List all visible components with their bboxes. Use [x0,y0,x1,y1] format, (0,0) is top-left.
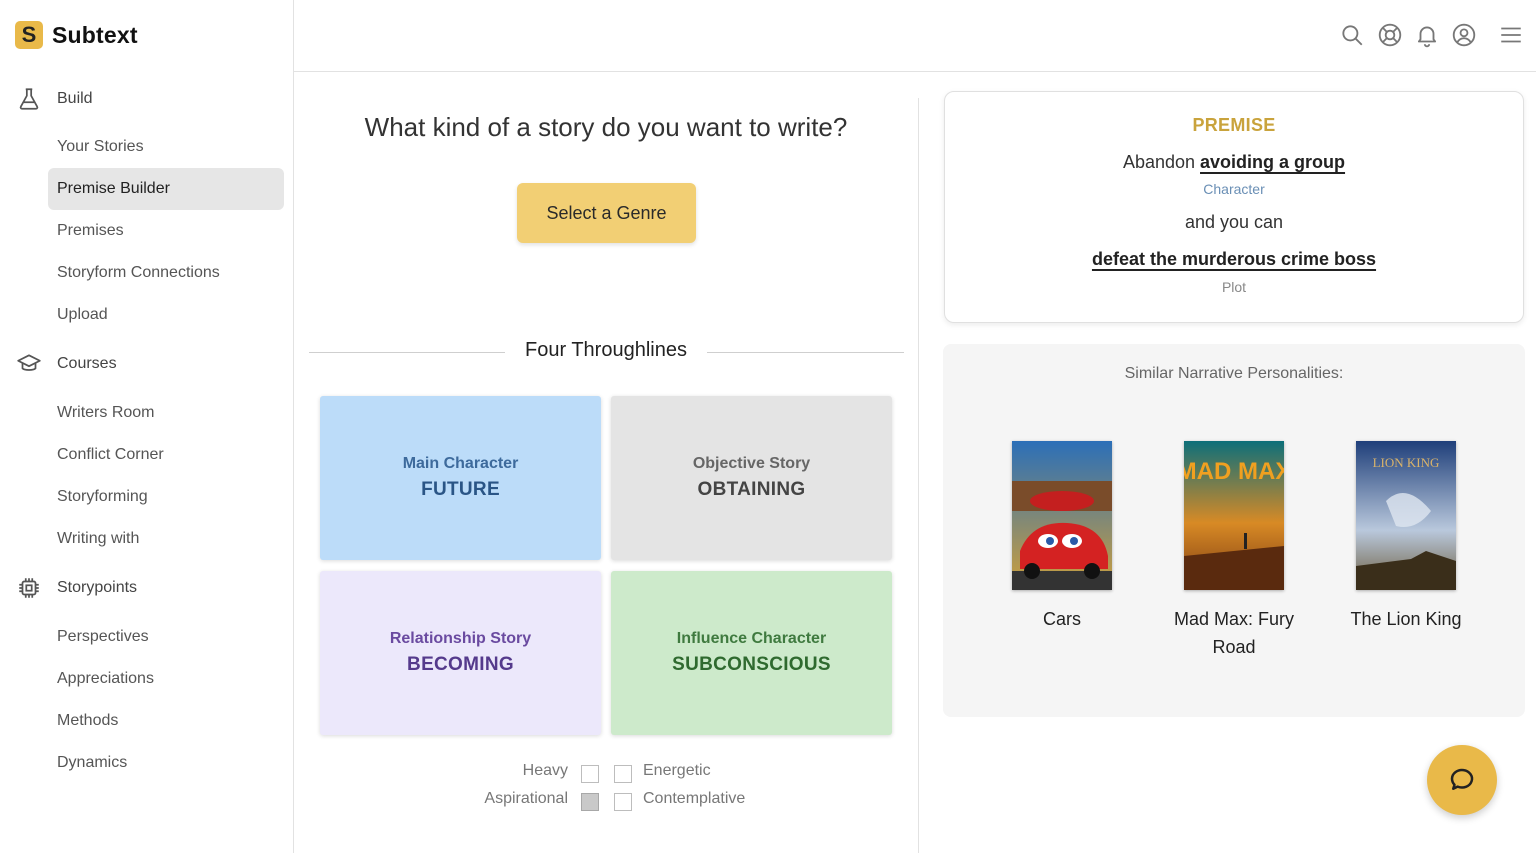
premise-plot-label: Plot [1221,279,1247,295]
subtext-logo-icon: S [15,21,43,49]
movie-title: The Lion King [1350,609,1462,629]
sidebar-section-storypoints[interactable]: Storypoints [16,574,137,602]
premise-card: PREMISE Abandon avoiding a group Charact… [944,91,1524,323]
premise-heading: PREMISE [1192,115,1276,135]
app-name: Subtext [52,21,138,48]
menu-icon[interactable] [1498,22,1524,48]
sidebar-item-writing-with[interactable]: Writing with [48,518,284,560]
sidebar-item-premises[interactable]: Premises [48,210,284,252]
sidebar-item-methods[interactable]: Methods [48,700,284,742]
graduation-cap-icon [17,354,41,371]
movie-card-cars[interactable]: Cars [987,441,1137,633]
trait-heavy-label: Heavy [522,762,568,779]
movie-card-mad-max[interactable]: MAD MAX Mad Max: Fury Road [1159,441,1309,661]
premise-plot-value[interactable]: defeat the murderous crime boss [945,249,1523,270]
mad-max-poster-text: MAD MAX [1184,458,1284,485]
four-throughlines-title: Four Throughlines [525,339,687,361]
trait-aspirational-label: Aspirational [484,790,568,807]
sidebar-item-appreciations[interactable]: Appreciations [48,658,284,700]
sidebar-item-storyforming[interactable]: Storyforming [48,476,284,518]
divider-left [309,352,505,353]
similar-title: Similar Narrative Personalities: [1124,365,1344,382]
account-icon[interactable] [1451,22,1477,48]
premise-character-label: Character [1203,181,1265,197]
sidebar-item-conflict-corner[interactable]: Conflict Corner [48,434,284,476]
movie-title: Cars [1042,609,1081,629]
premise-character-value[interactable]: avoiding a group [1200,152,1345,172]
sidebar-item-storyform-connections[interactable]: Storyform Connections [48,252,284,294]
throughline-objective-story[interactable]: Objective Story OBTAINING [611,396,892,560]
throughline-relationship-story[interactable]: Relationship Story BECOMING [320,571,601,735]
trait-contemplative-label: Contemplative [643,790,746,807]
divider-right [707,352,904,353]
similar-personalities-panel: Similar Narrative Personalities: Cars MA… [943,344,1525,717]
lion-king-poster-image: LION KING [1356,441,1456,590]
sidebar-item-writers-room[interactable]: Writers Room [48,392,284,434]
sidebar-section-courses[interactable]: Courses [16,350,117,378]
bell-icon[interactable] [1414,22,1440,48]
throughline-influence-character[interactable]: Influence Character SUBCONSCIOUS [611,571,892,735]
premise-connector: and you can [1184,212,1284,232]
movie-card-lion-king[interactable]: LION KING The Lion King [1331,441,1481,633]
select-genre-button[interactable]: Select a Genre [517,183,696,243]
trait-heavy-checkbox[interactable] [581,765,599,783]
help-icon[interactable] [1377,22,1403,48]
chat-bubble-icon [1450,768,1474,790]
trait-aspirational-checkbox[interactable] [581,793,599,811]
sidebar-item-premise-builder[interactable]: Premise Builder [48,168,284,210]
sidebar-item-upload[interactable]: Upload [48,294,284,336]
trait-energetic-checkbox[interactable] [614,765,632,783]
premise-character-line: Abandon avoiding a group [1122,152,1346,172]
cars-poster-image [1012,441,1112,590]
flask-icon [19,88,39,110]
movie-title: Mad Max: Fury Road [1173,609,1295,657]
throughline-main-character[interactable]: Main Character FUTURE [320,396,601,560]
chip-icon [19,578,39,598]
sidebar: S Subtext Build Your Stories Premise Bui… [0,0,294,853]
trait-energetic-label: Energetic [643,762,711,779]
sidebar-item-your-stories[interactable]: Your Stories [48,126,284,168]
search-icon[interactable] [1339,22,1365,48]
mad-max-poster-image: MAD MAX [1177,441,1291,590]
sidebar-section-build[interactable]: Build [16,85,93,113]
column-divider [918,98,919,853]
top-bar [294,0,1536,72]
chat-support-button[interactable] [1427,745,1497,815]
lion-king-poster-text: LION KING [1373,455,1440,470]
sidebar-item-dynamics[interactable]: Dynamics [48,742,284,784]
app-logo[interactable]: S Subtext [15,21,138,49]
sidebar-item-perspectives[interactable]: Perspectives [48,616,284,658]
page-question: What kind of a story do you want to writ… [364,112,848,142]
trait-contemplative-checkbox[interactable] [614,793,632,811]
